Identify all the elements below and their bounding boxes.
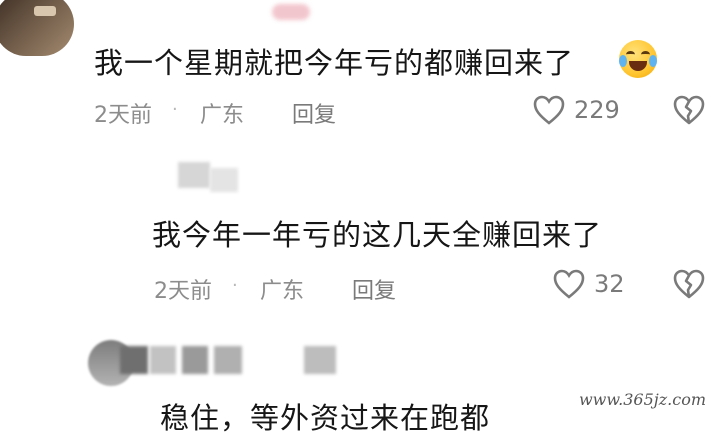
watermark: www.365jz.com <box>574 389 710 410</box>
comment-time: 2天前 <box>94 103 152 128</box>
reply-button[interactable]: 回复 <box>292 97 336 129</box>
username-blurred[interactable] <box>210 168 238 192</box>
heart-icon[interactable] <box>552 268 586 300</box>
comment-location: 广东 <box>260 279 305 304</box>
like-count: 229 <box>574 96 620 124</box>
like-count: 32 <box>594 270 625 298</box>
broken-heart-icon[interactable] <box>672 268 706 300</box>
username-blurred[interactable] <box>272 4 310 20</box>
rofl-emoji-icon <box>619 40 657 78</box>
reply-button[interactable]: 回复 <box>352 273 396 305</box>
comment-time: 2天前 <box>154 279 212 304</box>
avatar[interactable] <box>0 0 74 56</box>
username-blurred[interactable] <box>120 346 148 374</box>
username-blurred[interactable] <box>178 162 210 188</box>
username-blurred[interactable] <box>304 346 336 374</box>
comment-text: 稳住，等外资过来在跑都 <box>160 401 491 435</box>
comment-text: 我今年一年亏的这几天全赚回来了 <box>152 218 603 252</box>
username-blurred[interactable] <box>182 346 208 374</box>
meta-separator: · <box>172 99 178 120</box>
meta-separator: · <box>232 275 238 296</box>
username-blurred[interactable] <box>214 346 242 374</box>
heart-icon[interactable] <box>532 94 566 126</box>
username-blurred[interactable] <box>150 346 176 374</box>
comment-location: 广东 <box>200 103 245 128</box>
broken-heart-icon[interactable] <box>672 94 706 126</box>
comment-text: 我一个星期就把今年亏的都赚回来了 <box>94 46 575 80</box>
